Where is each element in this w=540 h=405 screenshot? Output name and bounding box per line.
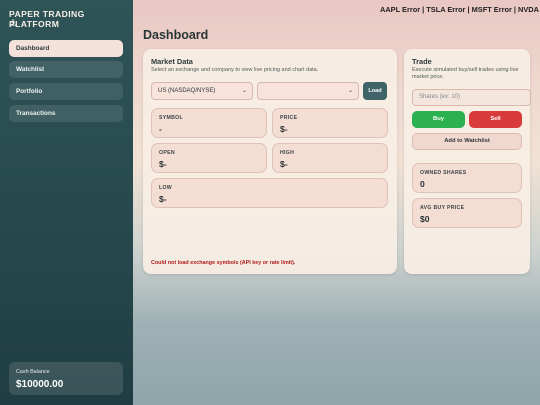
sell-button[interactable]: Sell [469,111,522,128]
price-label: PRICE [280,115,298,121]
avg-buy-price-label: AVG BUY PRICE [420,205,465,211]
price-field: PRICE $- [272,108,388,138]
sidebar: PAPER TRADING PLATFORM ⚓ Dashboard Watch… [0,0,133,405]
owned-shares-card: OWNED SHARES 0 [412,163,522,193]
high-value: $- [280,159,288,169]
avg-buy-price-value: $0 [420,214,430,224]
symbol-label: SYMBOL [159,115,183,121]
sidebar-item-dashboard[interactable]: Dashboard [9,40,123,57]
shares-input[interactable]: Shares (ex: 10) [412,89,531,106]
company-select[interactable]: ⌄ [257,82,359,100]
cash-balance-card: Cash Balance $10000.00 [9,362,123,395]
exchange-select-value: US (NASDAQ/NYSE) [158,88,216,94]
high-field: HIGH $- [272,143,388,173]
cash-balance-label: Cash Balance [16,369,50,375]
buy-button[interactable]: Buy [412,111,465,128]
market-data-title: Market Data [151,57,193,66]
chevron-down-icon: ⌄ [347,88,353,94]
exchange-select[interactable]: US (NASDAQ/NYSE) ⌄ [151,82,253,100]
page-title: Dashboard [143,28,209,42]
low-value: $- [159,194,167,204]
low-field: LOW $- [151,178,388,208]
owned-shares-label: OWNED SHARES [420,170,467,176]
sidebar-item-portfolio[interactable]: Portfolio [9,83,123,100]
sidebar-item-watchlist[interactable]: Watchlist [9,61,123,78]
avg-buy-price-card: AVG BUY PRICE $0 [412,198,522,228]
market-data-subtitle: Select an exchange and company to view l… [151,67,319,73]
price-value: $- [280,124,288,134]
load-button[interactable]: Load [363,82,387,100]
owned-shares-value: 0 [420,179,425,189]
open-label: OPEN [159,150,175,156]
app-title: PAPER TRADING PLATFORM [9,9,85,29]
sidebar-item-transactions[interactable]: Transactions [9,105,123,122]
cash-balance-value: $10000.00 [16,379,64,390]
trade-title: Trade [412,57,432,66]
open-field: OPEN $- [151,143,267,173]
low-label: LOW [159,185,172,191]
error-message: Could not load exchange symbols (API key… [151,260,296,266]
trade-subtitle: Execute simulated buy/sell trades using … [412,67,519,80]
symbol-field: SYMBOL - [151,108,267,138]
symbol-value: - [159,124,162,134]
high-label: HIGH [280,150,295,156]
add-to-watchlist-button[interactable]: Add to Watchlist [412,133,522,150]
ticker-bar: AAPL Error | TSLA Error | MSFT Error | N… [380,5,540,14]
chevron-down-icon: ⌄ [241,88,247,94]
anchor-icon: ⚓ [9,18,18,28]
open-value: $- [159,159,167,169]
trade-card [404,49,530,274]
